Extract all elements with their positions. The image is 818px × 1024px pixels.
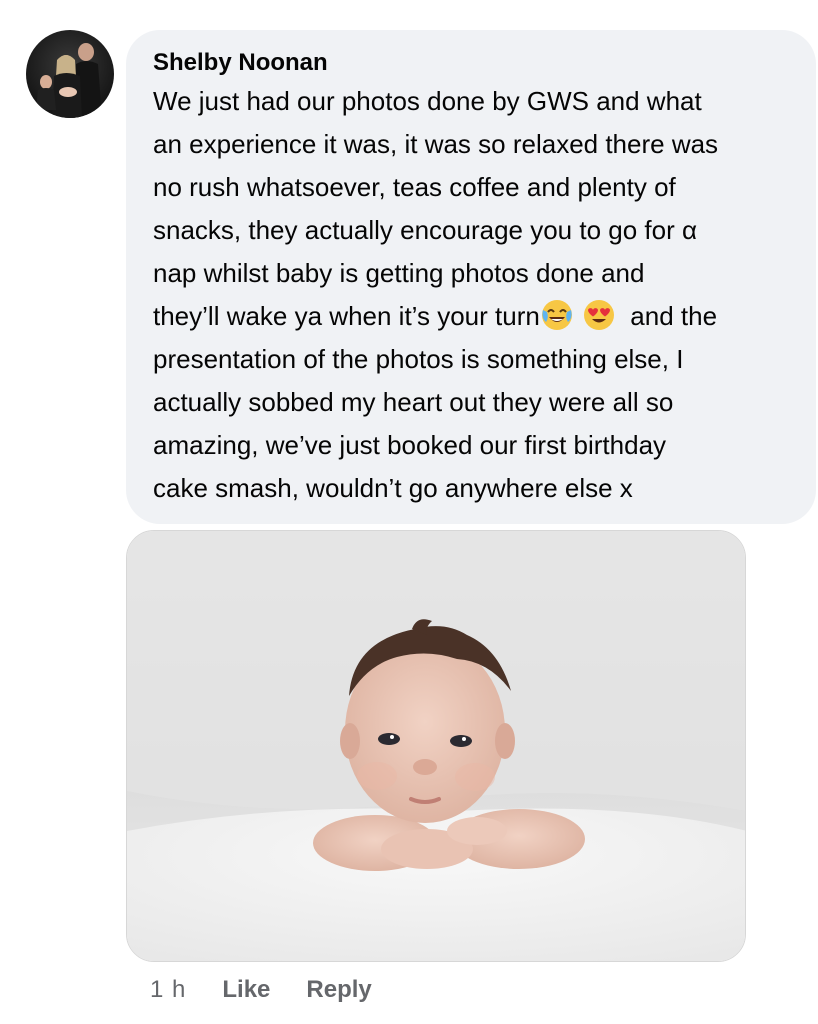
comment-line: presentation of the photos is something …	[153, 344, 684, 374]
comment-author[interactable]: Shelby Noonan	[153, 48, 790, 78]
comment-line: amazing, we’ve just booked our first bir…	[153, 430, 667, 460]
comment-line: cake smash, wouldn’t go anywhere else x	[153, 473, 633, 503]
face-with-tears-of-joy-icon	[540, 298, 574, 332]
like-button[interactable]: Like	[222, 976, 270, 1004]
comment-bubble: Shelby Noonan We just had our photos don…	[126, 30, 816, 524]
comment-line-with-emoji: they’ll wake ya when it’s your turn and …	[153, 295, 790, 338]
comment-actions: 1 h Like Reply	[150, 972, 408, 1008]
comment-thread: Shelby Noonan We just had our photos don…	[0, 0, 818, 1024]
comment-line-tail: and the	[630, 301, 718, 331]
comment-line: an experience it was, it was so relaxed …	[153, 129, 719, 159]
reply-button[interactable]: Reply	[306, 976, 371, 1004]
smiling-face-with-heart-eyes-icon	[582, 298, 616, 332]
comment-line: nap whilst baby is getting photos done a…	[153, 258, 645, 288]
comment-line: snacks, they actually encourage you to g…	[153, 215, 698, 245]
avatar[interactable]	[26, 30, 114, 118]
comment-line-text: they’ll wake ya when it’s your turn	[153, 301, 540, 331]
comment-line: actually sobbed my heart out they were a…	[153, 387, 674, 417]
comment-photo-newborn-baby[interactable]	[126, 530, 746, 962]
comment-line: We just had our photos done by GWS and w…	[153, 86, 702, 116]
comment-timestamp[interactable]: 1 h	[150, 976, 186, 1004]
comment-line: no rush whatsoever, teas coffee and plen…	[153, 172, 676, 202]
